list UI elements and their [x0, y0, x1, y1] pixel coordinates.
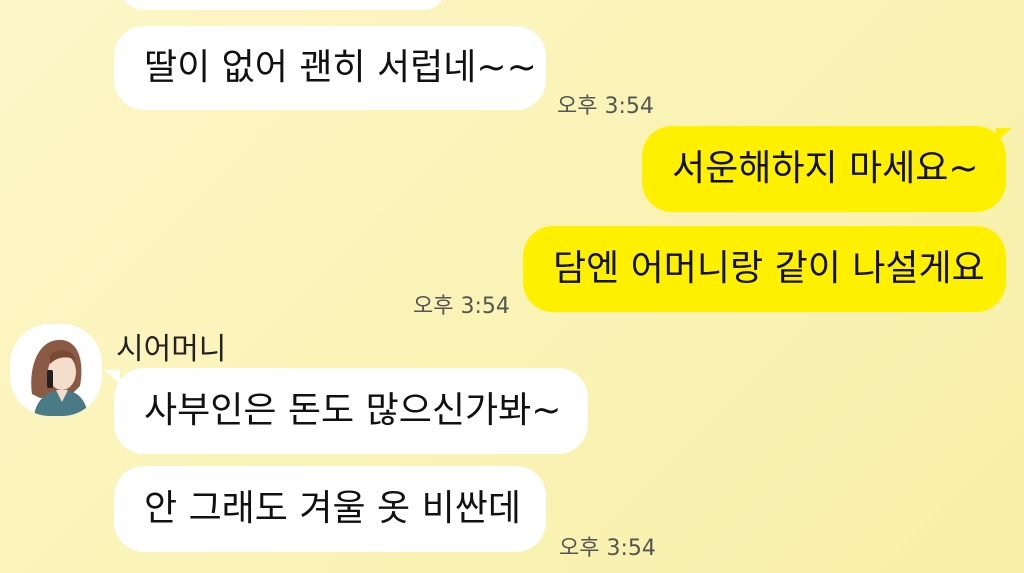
message-bubble-incoming[interactable]: 안 그래도 겨울 옷 비싼데 [114, 466, 546, 552]
woman-on-phone-avatar-icon [10, 324, 102, 416]
message-text: 담엔 어머니랑 같이 나설게요 [553, 248, 985, 289]
message-text: 사부인은 돈도 많으신가봐~ [144, 390, 562, 431]
bubble-tail [996, 128, 1012, 142]
message-bubble-outgoing[interactable]: 담엔 어머니랑 같이 나설게요 [523, 226, 1006, 312]
message-text: 딸이 없어 괜히 서럽네~~ [144, 47, 537, 88]
message-timestamp: 오후 3:54 [557, 94, 654, 119]
message-timestamp: 오후 3:54 [413, 294, 510, 319]
message-bubble-outgoing[interactable]: 서운해하지 마세요~ [642, 126, 1006, 212]
sender-name: 시어머니 [116, 332, 227, 367]
message-timestamp: 오후 3:54 [559, 536, 656, 561]
message-bubble-incoming[interactable]: 사부인은 돈도 많으신가봐~ [114, 368, 588, 454]
bubble-tail [104, 370, 120, 384]
sender-avatar[interactable] [10, 324, 102, 416]
message-bubble-incoming[interactable]: 딸이 없어 괜히 서럽네~~ [114, 26, 546, 110]
message-text: 안 그래도 겨울 옷 비싼데 [144, 488, 521, 529]
message-bubble-cropped[interactable] [120, 0, 446, 10]
message-text: 서운해하지 마세요~ [672, 148, 979, 189]
